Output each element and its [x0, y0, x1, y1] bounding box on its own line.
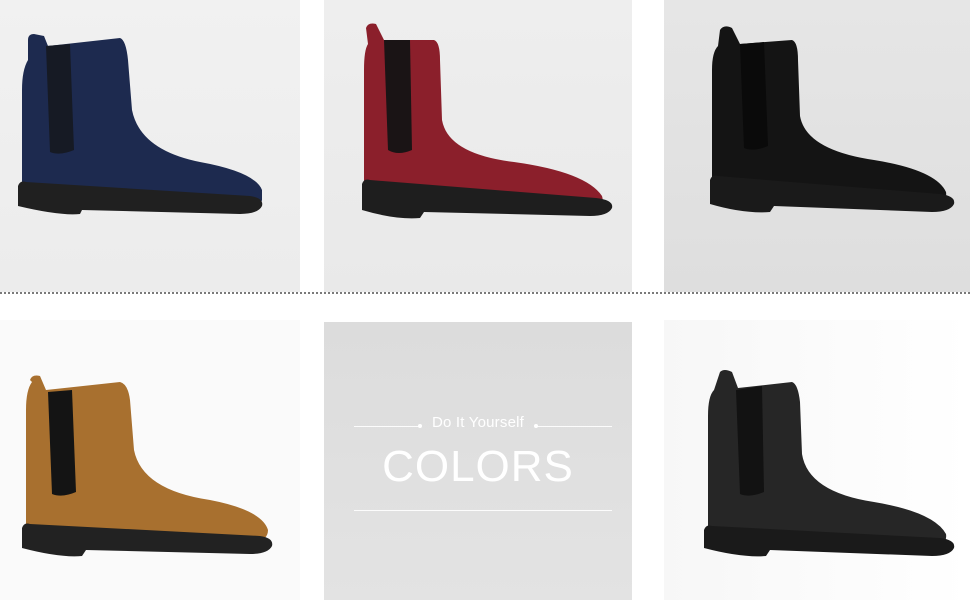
headline-underline — [354, 510, 612, 511]
product-image-black-boot — [664, 0, 970, 292]
product-image-charcoal-boot — [664, 320, 970, 600]
banner-tagline: Do It Yourself — [431, 414, 525, 431]
tagline-right-rule — [536, 426, 612, 427]
product-image-burgundy-boot — [324, 0, 632, 292]
product-image-tan-boot — [0, 320, 300, 600]
banner-headline: COLORS — [382, 442, 574, 491]
dotted-divider — [0, 292, 970, 294]
diy-colors-banner: Do It Yourself COLORS — [324, 322, 632, 600]
product-image-navy-boot — [0, 0, 300, 292]
